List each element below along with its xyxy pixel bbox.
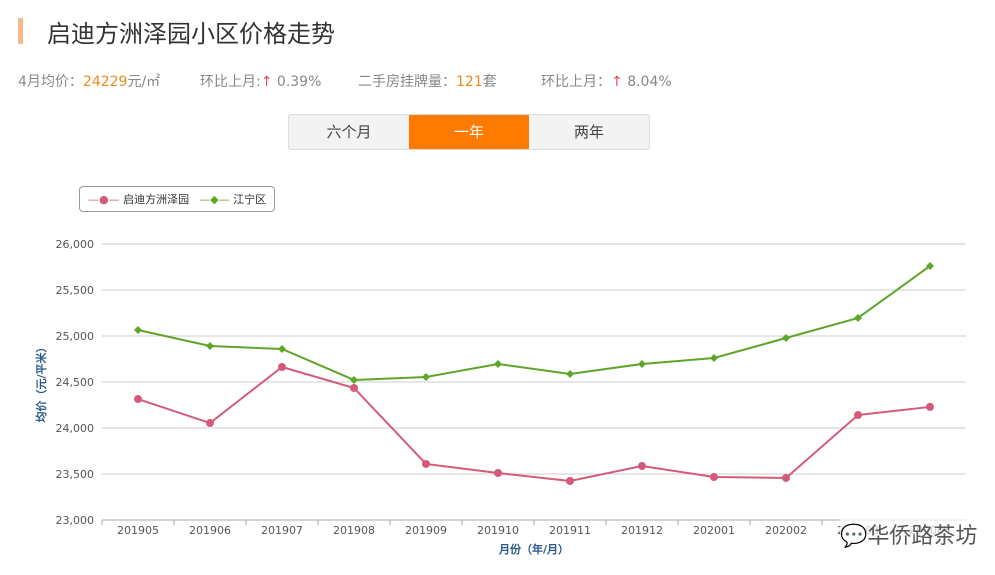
data-point bbox=[494, 359, 502, 368]
data-point bbox=[566, 476, 574, 485]
data-point bbox=[782, 473, 790, 482]
y-tick-label: 24,000 bbox=[56, 422, 95, 435]
data-point bbox=[206, 419, 214, 428]
x-tick-label: 201906 bbox=[189, 524, 231, 537]
line-chart: 23,000 23,500 24,000 24,500 25,000 25,500 26,0… bbox=[34, 238, 966, 556]
y-tick-label: 23,000 bbox=[56, 514, 95, 527]
x-tick-label: 202001 bbox=[693, 524, 735, 537]
data-point bbox=[638, 461, 646, 470]
y-tick-label: 25,000 bbox=[56, 330, 95, 343]
y-axis-label: 均价（元/平米） bbox=[34, 341, 48, 422]
watermark: 💬华侨路茶坊 bbox=[840, 518, 978, 550]
x-tick-label: 201910 bbox=[477, 524, 519, 537]
data-point bbox=[782, 334, 790, 343]
x-tick-label: 201911 bbox=[549, 524, 591, 537]
data-point bbox=[422, 373, 430, 382]
data-point bbox=[710, 473, 718, 482]
y-tick-label: 24,500 bbox=[56, 376, 95, 389]
data-point bbox=[278, 363, 286, 372]
wechat-icon: 💬 bbox=[840, 524, 868, 549]
data-point bbox=[278, 344, 286, 353]
data-point bbox=[350, 375, 358, 384]
x-tick-label: 202002 bbox=[765, 524, 807, 537]
data-point bbox=[134, 395, 142, 404]
x-axis-label: 月份（年/月） bbox=[498, 542, 569, 556]
data-point bbox=[350, 383, 358, 392]
data-point bbox=[422, 459, 430, 468]
y-tick-label: 25,500 bbox=[56, 284, 95, 297]
data-point bbox=[206, 342, 214, 351]
x-tick-label: 201905 bbox=[117, 524, 159, 537]
data-point bbox=[710, 353, 718, 362]
x-tick-label: 201909 bbox=[405, 524, 447, 537]
data-point bbox=[566, 369, 574, 378]
x-tick-label: 201907 bbox=[261, 524, 303, 537]
series-line-0 bbox=[137, 365, 931, 483]
data-point bbox=[638, 359, 646, 368]
data-point bbox=[134, 326, 142, 335]
series-line-1 bbox=[137, 265, 931, 381]
y-tick-label: 26,000 bbox=[56, 238, 95, 251]
x-tick-label: 201908 bbox=[333, 524, 375, 537]
x-tick-label: 201912 bbox=[621, 524, 663, 537]
data-point bbox=[494, 468, 502, 477]
data-point bbox=[926, 402, 934, 411]
y-tick-label: 23,500 bbox=[56, 468, 95, 481]
data-point bbox=[854, 411, 862, 420]
